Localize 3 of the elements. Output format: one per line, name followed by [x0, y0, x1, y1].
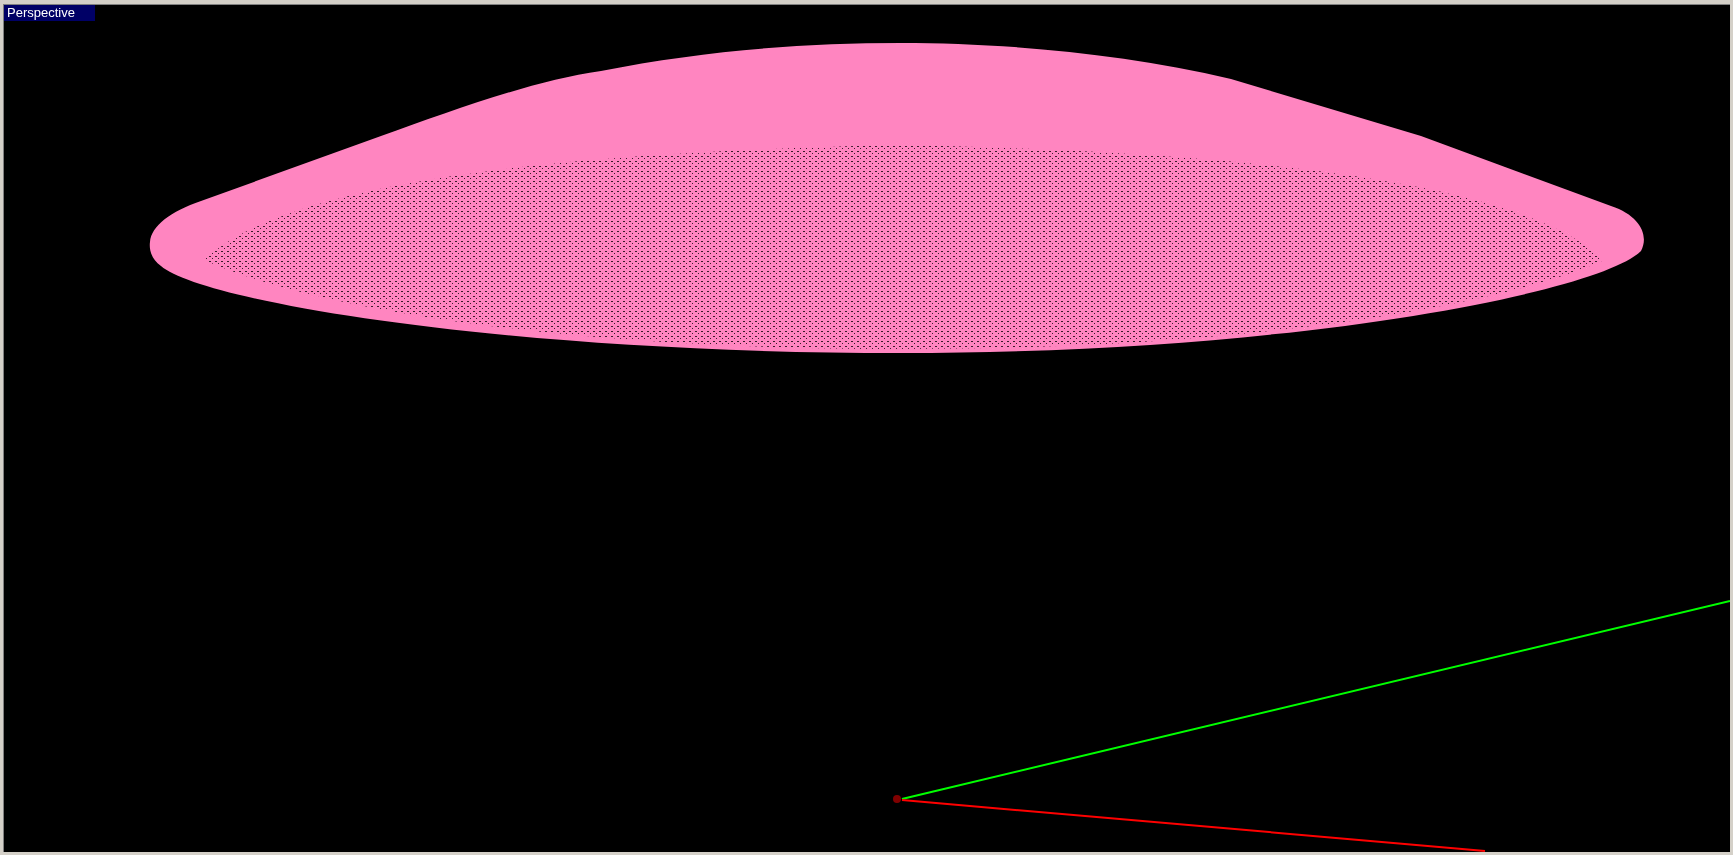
- viewport[interactable]: Perspective: [3, 4, 1730, 852]
- origin-point-icon: [893, 795, 901, 803]
- viewport-title[interactable]: Perspective: [4, 5, 95, 21]
